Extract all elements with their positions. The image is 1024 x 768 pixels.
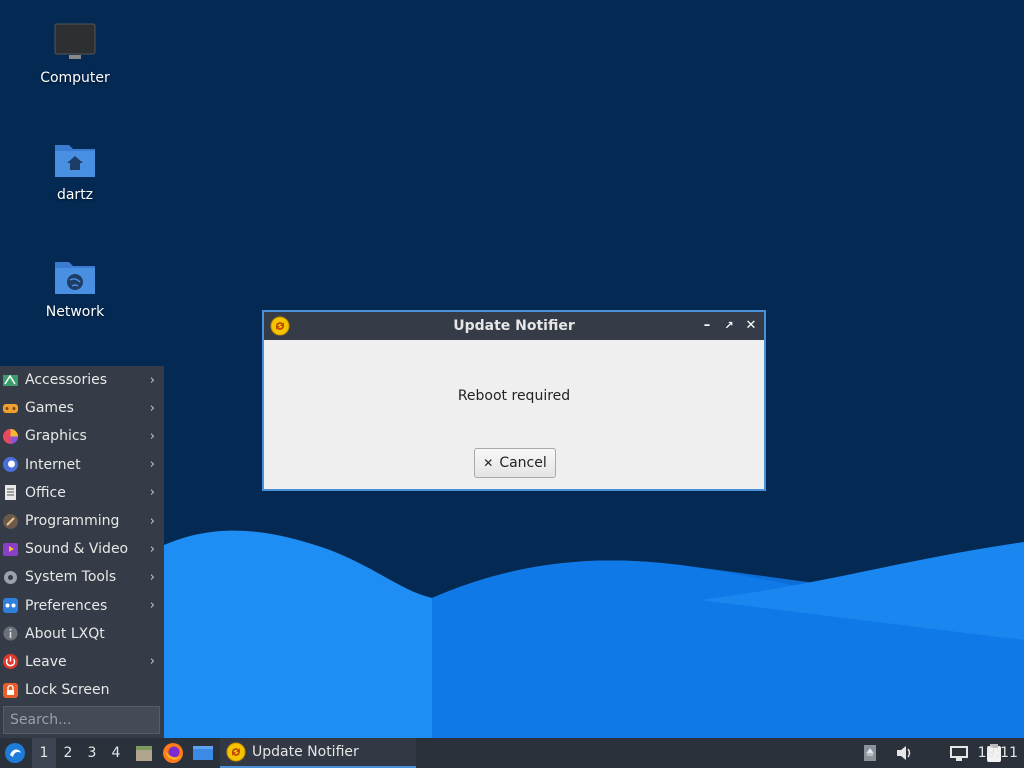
- menu-item-label: Lock Screen: [25, 682, 110, 699]
- preferences-icon: [3, 598, 18, 614]
- internet-icon: [3, 457, 18, 473]
- update-notifier-icon: [270, 316, 290, 336]
- dialog-message: Reboot required: [457, 388, 571, 404]
- dialog-title: Update Notifier: [453, 318, 575, 334]
- desktop-icon-network[interactable]: Network: [20, 256, 130, 320]
- menu-item-label: Programming: [25, 513, 120, 530]
- chevron-right-icon: ›: [149, 541, 155, 557]
- chevron-right-icon: ›: [149, 569, 155, 585]
- menu-item-label: Leave: [25, 653, 67, 670]
- menu-item-label: Accessories: [25, 372, 108, 389]
- menu-item-label: Graphics: [25, 428, 87, 445]
- menu-item-preferences[interactable]: Preferences ›: [0, 592, 164, 620]
- menu-item-leave[interactable]: Leave ›: [0, 648, 164, 676]
- show-desktop-icon[interactable]: [192, 743, 214, 763]
- desktop-icon-label: dartz: [56, 187, 94, 203]
- workspace-1[interactable]: 1: [32, 738, 56, 768]
- menu-item-graphics[interactable]: Graphics ›: [0, 422, 164, 450]
- menu-item-programming[interactable]: Programming ›: [0, 507, 164, 535]
- menu-item-label: System Tools: [25, 569, 117, 586]
- menu-item-label: Internet: [25, 456, 81, 473]
- task-update-notifier[interactable]: Update Notifier: [220, 738, 416, 768]
- update-notifier-dialog: Update Notifier – ↗ ✕ Reboot required ✕ …: [262, 310, 766, 491]
- workspace-3[interactable]: 3: [80, 738, 104, 768]
- file-manager-icon[interactable]: [134, 743, 154, 763]
- chevron-right-icon: ›: [149, 400, 155, 416]
- home-folder-icon: [55, 145, 95, 177]
- firefox-icon[interactable]: [162, 742, 184, 764]
- menu-item-sound-video[interactable]: Sound & Video ›: [0, 535, 164, 563]
- update-notifier-icon: [226, 742, 246, 762]
- dialog-titlebar[interactable]: Update Notifier – ↗ ✕: [264, 312, 764, 340]
- volume-icon[interactable]: [894, 743, 914, 763]
- games-icon: [3, 403, 18, 413]
- chevron-right-icon: ›: [149, 654, 155, 670]
- menu-item-accessories[interactable]: Accessories ›: [0, 366, 164, 394]
- system-tools-icon: [4, 570, 17, 584]
- office-icon: [5, 485, 16, 501]
- menu-item-games[interactable]: Games ›: [0, 394, 164, 422]
- start-menu: Accessories › Games › Graphics › Interne…: [0, 366, 164, 738]
- desktop-icon-label: Network: [45, 304, 105, 320]
- task-label: Update Notifier: [252, 744, 359, 760]
- workspace-switcher: 1 2 3 4: [32, 738, 128, 768]
- chevron-right-icon: ›: [149, 428, 155, 444]
- taskbar: 1 2 3 4 Update Notifier 19:11: [0, 738, 1024, 768]
- programming-icon: [3, 513, 18, 529]
- quicklaunch: [134, 738, 214, 768]
- chevron-right-icon: ›: [149, 598, 155, 614]
- computer-icon: [54, 23, 96, 59]
- network-folder-icon: [55, 262, 95, 294]
- chevron-right-icon: ›: [149, 372, 155, 388]
- workspace-2[interactable]: 2: [56, 738, 80, 768]
- menu-item-internet[interactable]: Internet ›: [0, 451, 164, 479]
- cancel-icon: ✕: [483, 456, 494, 470]
- menu-item-lock-screen[interactable]: Lock Screen: [0, 676, 164, 704]
- clock[interactable]: 19:11: [978, 738, 1018, 768]
- chevron-right-icon: ›: [149, 485, 155, 501]
- menu-item-label: Office: [25, 484, 66, 501]
- network-icon[interactable]: [948, 743, 970, 763]
- menu-search-input[interactable]: [3, 706, 160, 734]
- start-menu-button[interactable]: [4, 738, 26, 768]
- minimize-icon[interactable]: –: [700, 319, 714, 333]
- desktop-icon-dartz[interactable]: dartz: [20, 139, 130, 203]
- menu-item-label: Preferences: [25, 597, 108, 614]
- removable-media-icon[interactable]: [860, 743, 880, 763]
- power-icon: [3, 654, 18, 670]
- menu-item-label: About LXQt: [25, 625, 105, 642]
- chevron-right-icon: ›: [149, 513, 155, 529]
- close-icon[interactable]: ✕: [744, 319, 758, 333]
- lxqt-logo-icon: [5, 743, 25, 763]
- sound-video-icon: [3, 542, 18, 556]
- accessories-icon: [3, 374, 18, 386]
- cancel-button-label: Cancel: [499, 455, 547, 471]
- lock-icon: [3, 682, 18, 698]
- cancel-button[interactable]: ✕ Cancel: [474, 448, 556, 478]
- menu-item-label: Sound & Video: [25, 541, 129, 558]
- desktop-icon-label: Computer: [40, 70, 110, 86]
- info-icon: [3, 626, 18, 641]
- desktop-icon-computer[interactable]: Computer: [20, 22, 130, 86]
- workspace-4[interactable]: 4: [104, 738, 128, 768]
- maximize-icon[interactable]: ↗: [722, 319, 736, 333]
- chevron-right-icon: ›: [149, 457, 155, 473]
- graphics-icon: [3, 428, 18, 444]
- menu-item-system-tools[interactable]: System Tools ›: [0, 563, 164, 591]
- menu-item-about-lxqt[interactable]: About LXQt: [0, 620, 164, 648]
- menu-item-office[interactable]: Office ›: [0, 479, 164, 507]
- menu-item-label: Games: [25, 400, 74, 417]
